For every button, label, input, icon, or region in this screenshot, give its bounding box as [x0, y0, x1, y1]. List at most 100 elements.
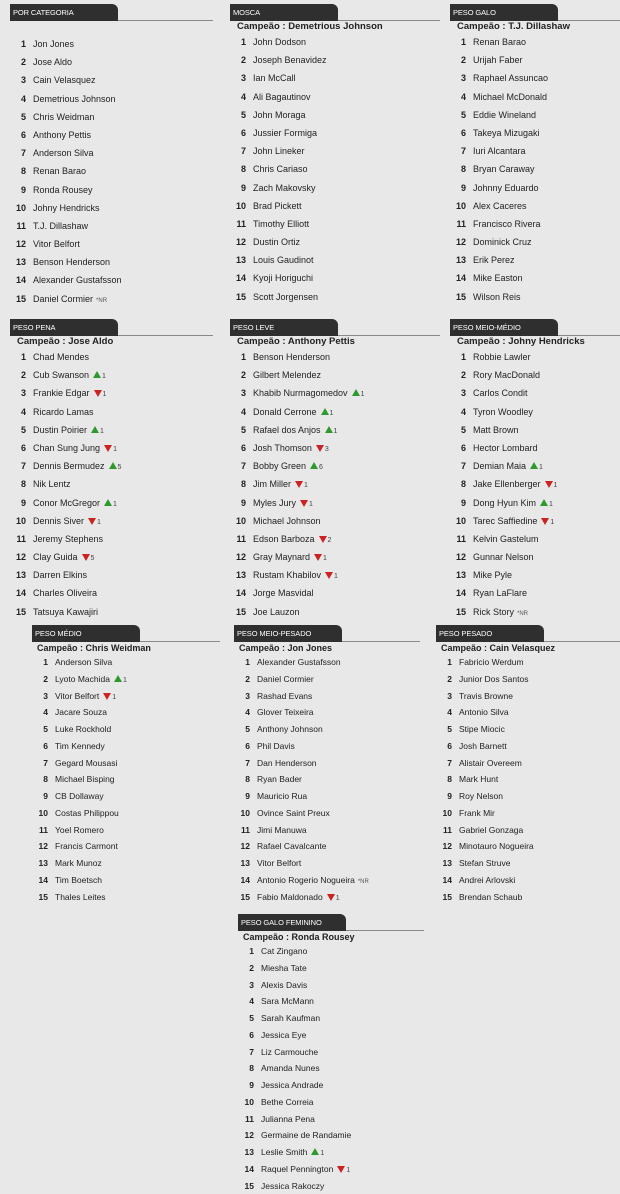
- fighter-name[interactable]: Rafael dos Anjos: [253, 421, 321, 439]
- fighter-name[interactable]: Phil Davis: [257, 738, 295, 755]
- fighter-name[interactable]: Bobby Green: [253, 457, 306, 475]
- fighter-name[interactable]: Erik Perez: [473, 251, 515, 269]
- fighter-name[interactable]: Stipe Miocic: [459, 721, 505, 738]
- fighter-row[interactable]: 12Francis Carmont: [32, 838, 220, 855]
- fighter-row[interactable]: 13Vitor Belfort: [234, 855, 420, 872]
- fighter-row[interactable]: 4Glover Teixeira: [234, 704, 420, 721]
- fighter-row[interactable]: 13Mark Munoz: [32, 855, 220, 872]
- fighter-name[interactable]: Raquel Pennington: [261, 1161, 333, 1178]
- fighter-row[interactable]: 10Michael Johnson: [230, 512, 440, 530]
- fighter-name[interactable]: Alex Caceres: [473, 197, 527, 215]
- fighter-name[interactable]: Dominick Cruz: [473, 233, 532, 251]
- fighter-row[interactable]: 5Eddie Wineland: [450, 106, 620, 124]
- fighter-name[interactable]: Gegard Mousasi: [55, 755, 117, 772]
- fighter-row[interactable]: 1Jon Jones: [10, 35, 213, 53]
- fighter-name[interactable]: Joe Lauzon: [253, 603, 300, 621]
- fighter-row[interactable]: 15Rick Story*NR: [450, 603, 620, 621]
- fighter-name[interactable]: Jake Ellenberger: [473, 475, 541, 493]
- fighter-name[interactable]: Nik Lentz: [33, 475, 71, 493]
- fighter-row[interactable]: 10Costas Philippou: [32, 805, 220, 822]
- fighter-row[interactable]: 11Yoel Romero: [32, 822, 220, 839]
- fighter-name[interactable]: Brad Pickett: [253, 197, 302, 215]
- fighter-row[interactable]: 15Fabio Maldonado1: [234, 889, 420, 906]
- fighter-name[interactable]: Robbie Lawler: [473, 348, 531, 366]
- fighter-row[interactable]: 9Ronda Rousey: [10, 181, 213, 199]
- fighter-row[interactable]: 3Alexis Davis: [238, 977, 424, 994]
- fighter-name[interactable]: Francis Carmont: [55, 838, 118, 855]
- fighter-row[interactable]: 4Donald Cerrone1: [230, 403, 440, 421]
- fighter-row[interactable]: 15Thales Leites: [32, 889, 220, 906]
- fighter-name[interactable]: Gilbert Melendez: [253, 366, 321, 384]
- fighter-name[interactable]: Brendan Schaub: [459, 889, 522, 906]
- fighter-row[interactable]: 6Tim Kennedy: [32, 738, 220, 755]
- fighter-row[interactable]: 12Dustin Ortiz: [230, 233, 440, 251]
- fighter-name[interactable]: Bryan Caraway: [473, 160, 535, 178]
- fighter-row[interactable]: 11Gabriel Gonzaga: [436, 822, 620, 839]
- fighter-row[interactable]: 5Luke Rockhold: [32, 721, 220, 738]
- fighter-row[interactable]: 4Jacare Souza: [32, 704, 220, 721]
- fighter-name[interactable]: Renan Barao: [473, 33, 526, 51]
- fighter-name[interactable]: Demetrious Johnson: [33, 90, 116, 108]
- fighter-row[interactable]: 6Hector Lombard: [450, 439, 620, 457]
- fighter-name[interactable]: Myles Jury: [253, 494, 296, 512]
- fighter-row[interactable]: 4Ricardo Lamas: [10, 403, 213, 421]
- fighter-name[interactable]: Vitor Belfort: [33, 235, 80, 253]
- fighter-row[interactable]: 14Alexander Gustafsson: [10, 271, 213, 289]
- fighter-name[interactable]: Chris Cariaso: [253, 160, 308, 178]
- fighter-row[interactable]: 4Demetrious Johnson: [10, 90, 213, 108]
- fighter-row[interactable]: 14Jorge Masvidal: [230, 584, 440, 602]
- fighter-row[interactable]: 2Urijah Faber: [450, 51, 620, 69]
- fighter-name[interactable]: Urijah Faber: [473, 51, 523, 69]
- fighter-name[interactable]: Jorge Masvidal: [253, 584, 314, 602]
- fighter-name[interactable]: Jussier Formiga: [253, 124, 317, 142]
- fighter-name[interactable]: Ryan Bader: [257, 771, 302, 788]
- fighter-row[interactable]: 12Minotauro Nogueira: [436, 838, 620, 855]
- fighter-row[interactable]: 4Tyron Woodley: [450, 403, 620, 421]
- fighter-row[interactable]: 10Bethe Correia: [238, 1094, 424, 1111]
- fighter-row[interactable]: 9CB Dollaway: [32, 788, 220, 805]
- fighter-name[interactable]: Anderson Silva: [33, 144, 94, 162]
- fighter-row[interactable]: 1Cat Zingano: [238, 943, 424, 960]
- fighter-name[interactable]: Jon Jones: [33, 35, 74, 53]
- fighter-name[interactable]: Jeremy Stephens: [33, 530, 103, 548]
- fighter-row[interactable]: 11Julianna Pena: [238, 1111, 424, 1128]
- fighter-name[interactable]: Anthony Pettis: [33, 126, 91, 144]
- fighter-row[interactable]: 15Brendan Schaub: [436, 889, 620, 906]
- fighter-name[interactable]: Yoel Romero: [55, 822, 104, 839]
- fighter-row[interactable]: 1Alexander Gustafsson: [234, 654, 420, 671]
- fighter-row[interactable]: 1John Dodson: [230, 33, 440, 51]
- fighter-row[interactable]: 5Chris Weidman: [10, 108, 213, 126]
- fighter-name[interactable]: Kyoji Horiguchi: [253, 269, 313, 287]
- fighter-row[interactable]: 3Raphael Assuncao: [450, 69, 620, 87]
- fighter-row[interactable]: 14Andrei Arlovski: [436, 872, 620, 889]
- fighter-row[interactable]: 3Travis Browne: [436, 688, 620, 705]
- fighter-row[interactable]: 6Phil Davis: [234, 738, 420, 755]
- category-tab[interactable]: PESO PENA: [10, 319, 118, 336]
- fighter-name[interactable]: Ricardo Lamas: [33, 403, 94, 421]
- fighter-row[interactable]: 14Charles Oliveira: [10, 584, 213, 602]
- fighter-row[interactable]: 12Germaine de Randamie: [238, 1127, 424, 1144]
- fighter-row[interactable]: 11T.J. Dillashaw: [10, 217, 213, 235]
- fighter-name[interactable]: Julianna Pena: [261, 1111, 315, 1128]
- fighter-name[interactable]: Tyron Woodley: [473, 403, 533, 421]
- fighter-row[interactable]: 6Josh Barnett: [436, 738, 620, 755]
- fighter-name[interactable]: Khabib Nurmagomedov: [253, 384, 348, 402]
- fighter-name[interactable]: Darren Elkins: [33, 566, 87, 584]
- fighter-name[interactable]: Ian McCall: [253, 69, 296, 87]
- fighter-name[interactable]: Demian Maia: [473, 457, 526, 475]
- fighter-name[interactable]: Francisco Rivera: [473, 215, 541, 233]
- fighter-row[interactable]: 11Jimi Manuwa: [234, 822, 420, 839]
- fighter-name[interactable]: Fabio Maldonado: [257, 889, 323, 906]
- fighter-name[interactable]: Mark Munoz: [55, 855, 102, 872]
- fighter-row[interactable]: 11Timothy Elliott: [230, 215, 440, 233]
- fighter-name[interactable]: Michael McDonald: [473, 88, 547, 106]
- fighter-name[interactable]: Cat Zingano: [261, 943, 307, 960]
- fighter-name[interactable]: Donald Cerrone: [253, 403, 317, 421]
- fighter-row[interactable]: 7Bobby Green6: [230, 457, 440, 475]
- fighter-name[interactable]: CB Dollaway: [55, 788, 104, 805]
- fighter-name[interactable]: Vitor Belfort: [55, 688, 99, 705]
- fighter-row[interactable]: 15Jessica Rakoczy: [238, 1178, 424, 1194]
- fighter-row[interactable]: 4Michael McDonald: [450, 88, 620, 106]
- fighter-name[interactable]: Cain Velasquez: [33, 71, 96, 89]
- fighter-name[interactable]: Lyoto Machida: [55, 671, 110, 688]
